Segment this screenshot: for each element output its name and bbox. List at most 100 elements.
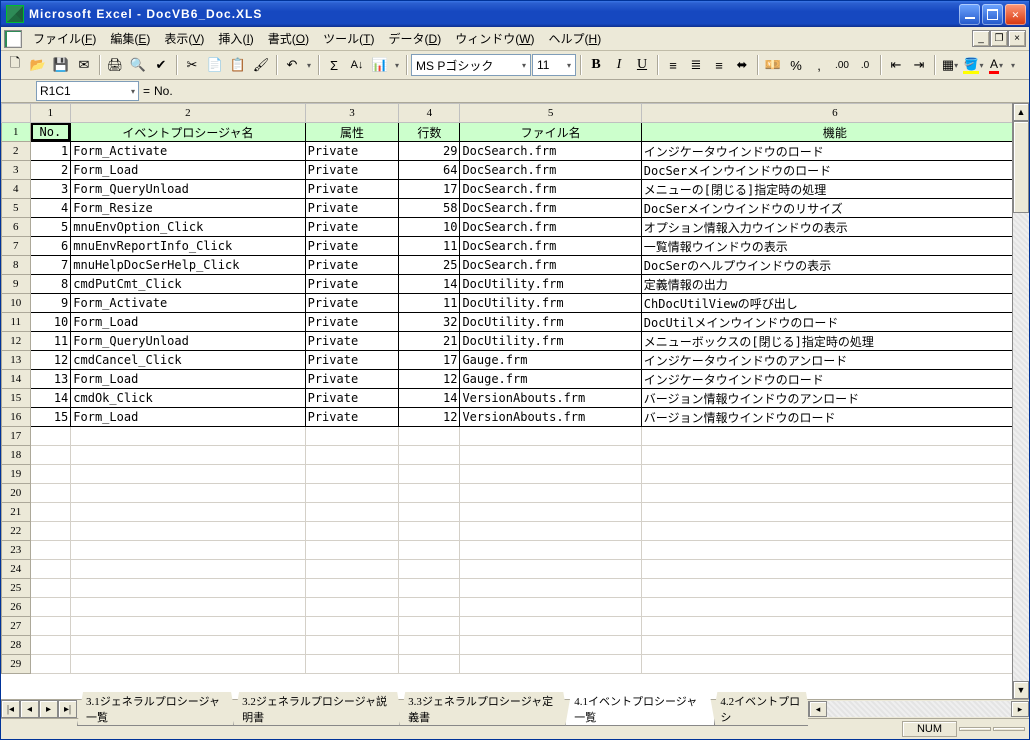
scroll-left-button[interactable]: ◂ — [809, 701, 827, 717]
cell[interactable]: DocSearch.frm — [460, 180, 641, 199]
cell[interactable] — [71, 541, 305, 560]
cell[interactable]: Form_Activate — [71, 142, 305, 161]
row-header[interactable]: 3 — [2, 161, 31, 180]
increase-indent-button[interactable]: ⇥ — [908, 54, 930, 76]
row-header[interactable]: 27 — [2, 617, 31, 636]
cell[interactable]: インジケータウインドウのロード — [641, 142, 1028, 161]
font-name-select[interactable]: MS Pゴシック ▾ — [411, 54, 531, 76]
cell[interactable] — [460, 598, 641, 617]
cell[interactable]: 11 — [399, 237, 460, 256]
open-icon[interactable]: 📂 — [27, 54, 49, 76]
row-header[interactable]: 6 — [2, 218, 31, 237]
cell[interactable]: 14 — [30, 389, 71, 408]
cell[interactable]: Form_Load — [71, 313, 305, 332]
cell[interactable] — [399, 427, 460, 446]
cell[interactable]: イベントプロシージャ名 — [71, 123, 305, 142]
row-header[interactable]: 11 — [2, 313, 31, 332]
cell[interactable]: DocSearch.frm — [460, 218, 641, 237]
cell[interactable]: Private — [305, 389, 399, 408]
cell[interactable] — [460, 446, 641, 465]
mdi-close-button[interactable]: × — [1008, 30, 1026, 47]
cell[interactable]: 14 — [399, 389, 460, 408]
cell[interactable]: Form_QueryUnload — [71, 332, 305, 351]
sheet-tab[interactable]: 3.3ジェネラルプロシージャ定義書 — [399, 692, 569, 726]
cell[interactable]: 機能 — [641, 123, 1028, 142]
cell[interactable]: mnuEnvReportInfo_Click — [71, 237, 305, 256]
table-row[interactable]: 1110Form_LoadPrivate32DocUtility.frmDocU… — [2, 313, 1029, 332]
table-row[interactable]: 1312cmdCancel_ClickPrivate17Gauge.frmインジ… — [2, 351, 1029, 370]
row-header[interactable]: 13 — [2, 351, 31, 370]
maximize-button[interactable] — [982, 4, 1003, 25]
cell[interactable] — [305, 541, 399, 560]
table-row[interactable]: 1514cmdOk_ClickPrivate14VersionAbouts.fr… — [2, 389, 1029, 408]
cell[interactable] — [305, 522, 399, 541]
cell[interactable] — [460, 579, 641, 598]
cell[interactable]: Form_Load — [71, 161, 305, 180]
row-header[interactable]: 4 — [2, 180, 31, 199]
horizontal-scrollbar[interactable]: ◂ ▸ — [808, 701, 1029, 717]
chart-icon[interactable]: 📊 — [369, 54, 391, 76]
cell[interactable] — [30, 503, 71, 522]
cell[interactable] — [305, 636, 399, 655]
table-row[interactable]: 18 — [2, 446, 1029, 465]
cell[interactable]: Private — [305, 408, 399, 427]
cell[interactable] — [71, 484, 305, 503]
cell[interactable]: Private — [305, 199, 399, 218]
cell[interactable] — [30, 484, 71, 503]
table-row[interactable]: 54Form_ResizePrivate58DocSearch.frmDocSe… — [2, 199, 1029, 218]
table-row[interactable]: 28 — [2, 636, 1029, 655]
font-size-select[interactable]: 11 ▾ — [532, 54, 576, 76]
cell[interactable] — [641, 503, 1028, 522]
row-header[interactable]: 2 — [2, 142, 31, 161]
cell[interactable] — [460, 465, 641, 484]
menu-format[interactable]: 書式(O) — [261, 27, 316, 50]
menu-edit[interactable]: 編集(E) — [103, 27, 157, 50]
cell[interactable] — [399, 655, 460, 674]
table-row[interactable]: 27 — [2, 617, 1029, 636]
borders-button[interactable]: ▦▾ — [939, 54, 961, 76]
cell[interactable]: Private — [305, 161, 399, 180]
cell[interactable]: 12 — [399, 408, 460, 427]
more-tools-dropdown[interactable]: ▾ — [392, 54, 402, 76]
undo-icon[interactable]: ↶ — [281, 54, 303, 76]
cell[interactable] — [460, 617, 641, 636]
cell[interactable]: 一覧情報ウインドウの表示 — [641, 237, 1028, 256]
currency-button[interactable]: 💴 — [762, 54, 784, 76]
cell[interactable]: Gauge.frm — [460, 351, 641, 370]
cell[interactable]: 14 — [399, 275, 460, 294]
menu-data[interactable]: データ(D) — [382, 27, 449, 50]
name-box[interactable]: R1C1 ▾ — [36, 81, 139, 101]
tab-nav-prev[interactable]: ◂ — [20, 700, 39, 718]
tab-nav-next[interactable]: ▸ — [39, 700, 58, 718]
select-all-corner[interactable] — [2, 104, 31, 123]
table-header-row[interactable]: 1 No. イベントプロシージャ名 属性 行数 ファイル名 機能 — [2, 123, 1029, 142]
cell[interactable]: 10 — [399, 218, 460, 237]
scroll-right-button[interactable]: ▸ — [1011, 701, 1029, 717]
cell[interactable]: DocSearch.frm — [460, 256, 641, 275]
table-row[interactable]: 1211Form_QueryUnloadPrivate21DocUtility.… — [2, 332, 1029, 351]
table-row[interactable]: 98cmdPutCmt_ClickPrivate14DocUtility.frm… — [2, 275, 1029, 294]
cell[interactable]: 10 — [30, 313, 71, 332]
merge-center-button[interactable]: ⬌ — [731, 54, 753, 76]
menu-view[interactable]: 表示(V) — [157, 27, 211, 50]
cell[interactable] — [641, 427, 1028, 446]
cell[interactable]: Private — [305, 313, 399, 332]
row-header[interactable]: 20 — [2, 484, 31, 503]
cell[interactable] — [399, 522, 460, 541]
scroll-track[interactable] — [1013, 213, 1029, 681]
tab-nav-last[interactable]: ▸| — [58, 700, 77, 718]
cell[interactable] — [460, 427, 641, 446]
row-header[interactable]: 8 — [2, 256, 31, 275]
cut-icon[interactable]: ✂ — [181, 54, 203, 76]
table-row[interactable]: 24 — [2, 560, 1029, 579]
table-row[interactable]: 87mnuHelpDocSerHelp_ClickPrivate25DocSea… — [2, 256, 1029, 275]
cell[interactable]: DocSerメインウインドウのロード — [641, 161, 1028, 180]
menu-tools[interactable]: ツール(T) — [316, 27, 381, 50]
italic-button[interactable]: I — [608, 54, 630, 76]
table-row[interactable]: 22 — [2, 522, 1029, 541]
cell[interactable] — [641, 446, 1028, 465]
cell[interactable]: バージョン情報ウインドウのロード — [641, 408, 1028, 427]
cell[interactable]: 4 — [30, 199, 71, 218]
row-header[interactable]: 24 — [2, 560, 31, 579]
cell[interactable]: VersionAbouts.frm — [460, 408, 641, 427]
